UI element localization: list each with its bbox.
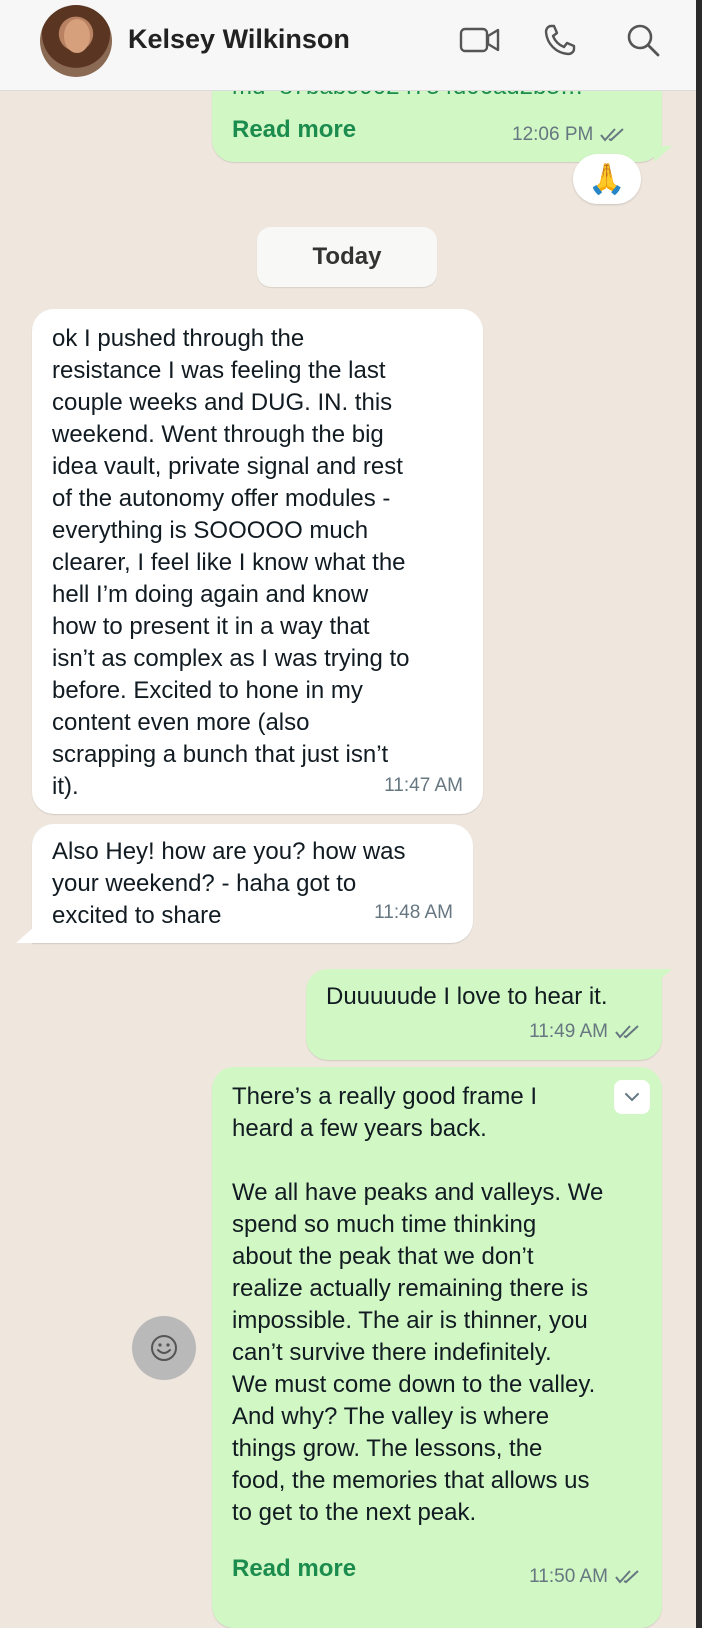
time-text: 11:49 AM: [529, 1021, 608, 1042]
time-text: 12:06 PM: [512, 124, 594, 145]
message-text: There’s a really good frame I heard a fe…: [232, 1083, 604, 1526]
message-time: 11:47 AM: [384, 775, 463, 796]
message-bubble-outgoing[interactable]: There’s a really good frame I heard a fe…: [212, 1067, 662, 1628]
message-time: 11:48 AM: [374, 902, 453, 923]
message-text: ok I pushed through the resistance I was…: [52, 325, 410, 800]
message-text: Duuuuude I love to hear it.: [326, 983, 608, 1010]
bubble-tail: [654, 146, 672, 162]
message-time: 12:06 PM: [512, 124, 627, 146]
emoji-react-icon[interactable]: [132, 1316, 196, 1380]
contact-avatar[interactable]: [40, 5, 112, 77]
message-bubble-outgoing[interactable]: Duuuuude I love to hear it. 11:49 AM: [306, 969, 662, 1060]
double-check-icon: [600, 128, 625, 142]
window-edge: [696, 0, 702, 1628]
voice-call-icon[interactable]: [536, 16, 584, 64]
message-bubble-incoming[interactable]: ok I pushed through the resistance I was…: [32, 309, 483, 814]
message-time: 11:50 AM: [529, 1561, 642, 1593]
double-check-icon: [615, 1025, 639, 1039]
reaction-badge[interactable]: 🙏: [573, 154, 641, 204]
double-check-icon: [615, 1570, 639, 1584]
search-icon[interactable]: [619, 16, 667, 64]
time-text: 11:50 AM: [529, 1566, 608, 1587]
chat-header: Kelsey Wilkinson: [0, 0, 696, 91]
bubble-tail: [654, 969, 672, 985]
read-more-link[interactable]: Read more: [232, 116, 356, 144]
read-more-link[interactable]: Read more: [232, 1553, 356, 1585]
video-call-icon[interactable]: [456, 16, 504, 64]
message-time: 11:49 AM: [529, 1016, 642, 1048]
date-divider: Today: [257, 227, 437, 287]
message-menu-chevron-icon[interactable]: [614, 1080, 650, 1114]
contact-name[interactable]: Kelsey Wilkinson: [128, 24, 350, 55]
message-bubble-incoming[interactable]: Also Hey! how are you? how was your week…: [32, 824, 473, 943]
bubble-tail: [16, 927, 34, 943]
